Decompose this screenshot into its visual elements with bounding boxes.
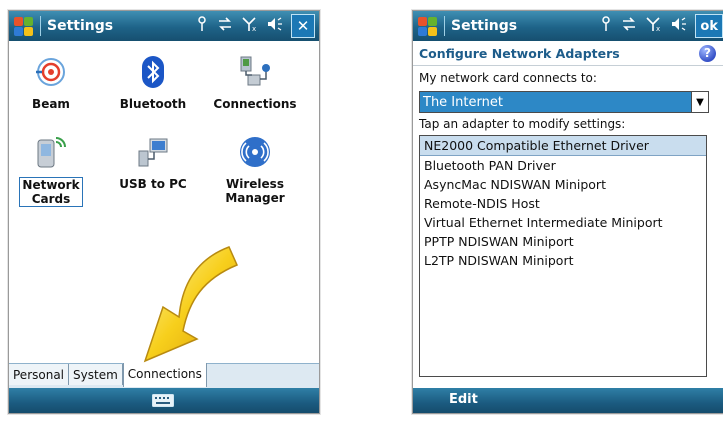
windows-flag-icon[interactable] [417,15,439,37]
window-title: Settings [451,18,518,34]
network-cards-item[interactable]: Network Cards [11,135,91,207]
network-cards-label: Network Cards [19,177,83,207]
network-cards-icon [34,135,68,169]
wireless-manager-item[interactable]: Wireless Manager [215,135,295,205]
bluetooth-icon [136,55,170,89]
speaker-icon[interactable] [267,17,283,35]
title-separator [40,16,41,36]
window-title: Settings [47,18,114,34]
beam-icon [34,55,68,89]
title-separator [444,16,445,36]
antenna-icon[interactable] [600,16,612,36]
wireless-manager-label: Wireless Manager [225,177,285,205]
tab-personal[interactable]: Personal [9,364,70,385]
page-header: Configure Network Adapters ? [413,41,723,66]
page-title: Configure Network Adapters [419,45,620,61]
signal-bars-icon[interactable]: x [646,16,662,36]
title-bar: Settings x ✕ [9,11,319,41]
keyboard-icon[interactable] [152,394,174,407]
connects-to-label: My network card connects to: [419,71,597,85]
tab-connections[interactable]: Connections [122,363,207,387]
dropdown-arrow-icon[interactable]: ▼ [691,92,708,112]
tap-adapter-label: Tap an adapter to modify settings: [419,117,626,131]
pointer-arrow [143,246,238,363]
status-icons[interactable]: x [600,16,687,36]
beam-item[interactable]: Beam [11,55,91,111]
speaker-icon[interactable] [671,17,687,35]
list-item[interactable]: Virtual Ethernet Intermediate Miniport [420,213,706,232]
connections-item[interactable]: Connections [207,55,303,111]
signal-bars-icon[interactable]: x [242,16,258,36]
list-item[interactable]: PPTP NDISWAN Miniport [420,232,706,251]
wireless-manager-icon [238,135,272,169]
bluetooth-label: Bluetooth [119,97,187,111]
settings-connections-screen: Settings x ✕ Beam Bluetooth Connections … [8,10,320,414]
connections-icon [238,55,272,89]
connections-label: Connections [213,97,297,111]
dropdown-value: The Internet [423,94,503,110]
windows-flag-icon[interactable] [13,15,35,37]
ok-button[interactable]: ok [695,14,723,38]
usb-to-pc-label: USB to PC [119,177,187,191]
edit-softkey[interactable]: Edit [449,392,478,407]
tab-bar-filler [206,364,319,385]
soft-key-bar [9,388,319,413]
list-item[interactable]: NE2000 Compatible Ethernet Driver [420,136,706,156]
antenna-icon[interactable] [196,16,208,36]
network-connects-dropdown[interactable]: The Internet ▼ [419,91,709,113]
list-item[interactable]: AsyncMac NDISWAN Miniport [420,175,706,194]
sync-arrows-icon[interactable] [621,17,637,35]
list-item[interactable]: Remote-NDIS Host [420,194,706,213]
svg-text:x: x [656,25,660,32]
adapter-list[interactable]: NE2000 Compatible Ethernet Driver Blueto… [419,135,707,377]
svg-text:x: x [252,25,256,32]
tab-system[interactable]: System [69,364,123,385]
tab-bar: Personal System Connections [9,363,319,390]
usb-to-pc-icon [136,135,170,169]
soft-key-bar: Edit [413,388,723,413]
title-bar: Settings x ok [413,11,723,41]
sync-arrows-icon[interactable] [217,17,233,35]
list-item[interactable]: L2TP NDISWAN Miniport [420,251,706,270]
beam-label: Beam [32,97,70,111]
close-button[interactable]: ✕ [291,14,315,38]
bluetooth-item[interactable]: Bluetooth [113,55,193,111]
status-icons[interactable]: x [196,16,283,36]
configure-network-adapters-screen: Settings x ok Configure Network Adapters… [412,10,723,414]
usb-to-pc-item[interactable]: USB to PC [113,135,193,191]
help-icon[interactable]: ? [699,44,716,62]
list-item[interactable]: Bluetooth PAN Driver [420,156,706,175]
